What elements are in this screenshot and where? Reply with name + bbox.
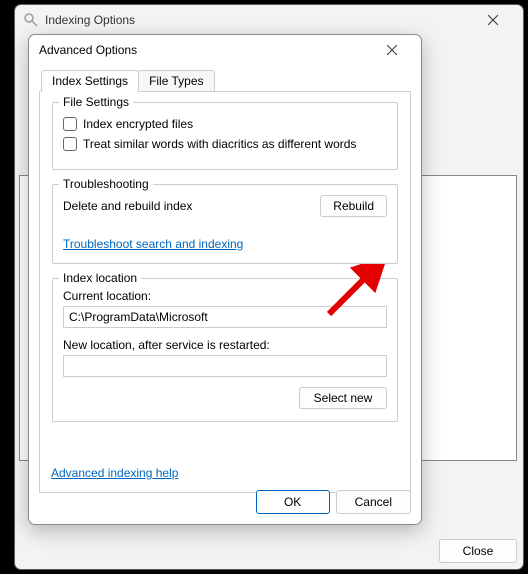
tab-index-settings[interactable]: Index Settings <box>41 70 139 92</box>
advanced-indexing-help-link[interactable]: Advanced indexing help <box>51 466 178 480</box>
tab-index-settings-label: Index Settings <box>52 74 128 88</box>
diacritics-label: Treat similar words with diacritics as d… <box>83 137 356 151</box>
inner-title: Advanced Options <box>39 43 373 57</box>
file-settings-legend: File Settings <box>59 95 133 109</box>
rebuild-button-label: Rebuild <box>333 199 374 213</box>
cancel-button-label: Cancel <box>355 495 392 509</box>
tab-strip: Index Settings File Types <box>41 70 413 92</box>
current-location-field[interactable] <box>63 306 387 328</box>
outer-close-dialog-label: Close <box>463 544 494 558</box>
select-new-button[interactable]: Select new <box>299 387 387 409</box>
file-settings-group: File Settings Index encrypted files Trea… <box>52 102 398 170</box>
diacritics-row: Treat similar words with diacritics as d… <box>63 137 387 151</box>
outer-close-button[interactable] <box>471 6 515 34</box>
outer-close-dialog-button[interactable]: Close <box>439 539 517 563</box>
inner-titlebar: Advanced Options <box>29 35 421 65</box>
inner-close-button[interactable] <box>373 37 411 63</box>
troubleshoot-link[interactable]: Troubleshoot search and indexing <box>63 237 243 251</box>
troubleshooting-group: Troubleshooting Delete and rebuild index… <box>52 184 398 264</box>
index-encrypted-checkbox[interactable] <box>63 117 77 131</box>
index-location-group: Index location Current location: New loc… <box>52 278 398 422</box>
select-new-button-label: Select new <box>314 391 373 405</box>
rebuild-button[interactable]: Rebuild <box>320 195 387 217</box>
diacritics-checkbox[interactable] <box>63 137 77 151</box>
tab-panel: File Settings Index encrypted files Trea… <box>39 91 411 493</box>
tab-file-types[interactable]: File Types <box>138 70 214 92</box>
ok-button[interactable]: OK <box>256 490 330 514</box>
new-location-label: New location, after service is restarted… <box>63 338 387 352</box>
outer-window-title: Indexing Options <box>45 13 471 27</box>
new-location-field[interactable] <box>63 355 387 377</box>
current-location-label: Current location: <box>63 289 387 303</box>
outer-titlebar: Indexing Options <box>15 5 523 35</box>
advanced-options-dialog: Advanced Options Index Settings File Typ… <box>28 34 422 525</box>
index-encrypted-row: Index encrypted files <box>63 117 387 131</box>
ok-button-label: OK <box>284 495 301 509</box>
index-location-legend: Index location <box>59 271 141 285</box>
cancel-button[interactable]: Cancel <box>336 490 411 514</box>
troubleshooting-legend: Troubleshooting <box>59 177 153 191</box>
search-options-icon <box>23 12 39 28</box>
delete-rebuild-text: Delete and rebuild index <box>63 199 192 213</box>
tab-file-types-label: File Types <box>149 74 203 88</box>
index-encrypted-label: Index encrypted files <box>83 117 193 131</box>
